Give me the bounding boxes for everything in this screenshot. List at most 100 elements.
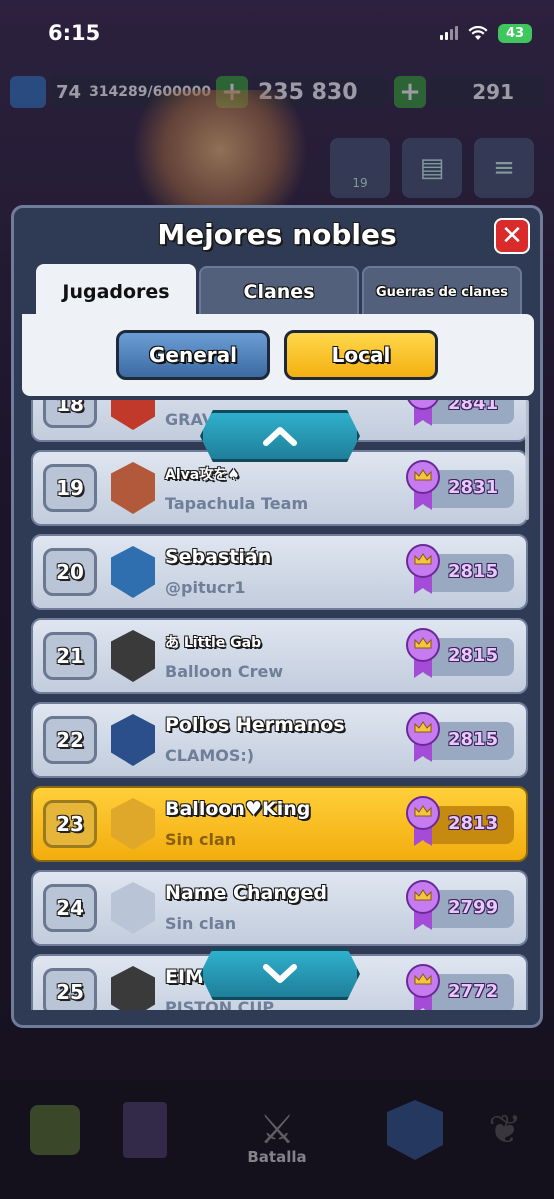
close-button[interactable]: ✕ (494, 218, 530, 254)
crown-medal-icon (406, 544, 440, 594)
rank-number: 18 (43, 400, 97, 428)
crossed-swords-icon: ⚔ (259, 1107, 295, 1153)
gems-value: 291 (472, 80, 514, 104)
nav-shop[interactable] (15, 1090, 95, 1170)
hero-character (110, 90, 330, 210)
trophy-count: 2831 (448, 477, 499, 498)
player-name: EIM (165, 966, 204, 988)
scrollbar[interactable] (525, 400, 529, 520)
leaderboard-panel: Mejores nobles ✕ Jugadores Clanes Guerra… (11, 205, 543, 1028)
leaderboard-row[interactable]: 22 Pollos Hermanos CLAMOS:) 2815 (31, 702, 528, 778)
crown-medal-icon (406, 460, 440, 510)
rank-number: 20 (43, 548, 97, 596)
trophy-count: 2799 (448, 897, 499, 918)
player-name: Pollos Hermanos (165, 714, 345, 736)
menu-button[interactable]: ≡ (474, 138, 534, 198)
crown-medal-icon (406, 712, 440, 762)
laurel-icon: ❦ (488, 1107, 522, 1153)
rank-number: 24 (43, 884, 97, 932)
clan-name: @pitucr1 (165, 578, 246, 597)
trophy-count: 2815 (448, 561, 499, 582)
battery-indicator: 43 (498, 23, 532, 43)
rank-number: 25 (43, 968, 97, 1010)
leaderboard-row[interactable]: 23 Balloon♥King Sin clan 2813 (31, 786, 528, 862)
rank-number: 22 (43, 716, 97, 764)
player-list[interactable]: 18 GRAV 2841 19 Alva攻を♠ Tapachula Team 2831 20 S… (31, 400, 528, 1010)
nav-events[interactable]: ❦ (465, 1090, 545, 1170)
filter-area: General Local (22, 314, 534, 396)
player-name: あ Little Gab (165, 635, 262, 651)
status-time: 6:15 (48, 21, 101, 45)
clan-badge-icon (111, 966, 155, 1010)
friends-count: 19 (352, 176, 368, 190)
leaderboard-row[interactable]: 20 Sebastián @pitucr1 2815 (31, 534, 528, 610)
rank-number: 23 (43, 800, 97, 848)
local-filter-button[interactable]: Local (284, 330, 438, 380)
tab-clans[interactable]: Clanes (199, 266, 359, 318)
clan-badge-icon (111, 798, 155, 850)
clan-badge-icon (111, 462, 155, 514)
crown-medal-icon (407, 400, 439, 426)
trophy-count: 2772 (448, 981, 499, 1002)
chevron-down-icon (263, 964, 297, 983)
player-name: Name Changed (165, 882, 327, 904)
trophy-box: 2772 (406, 964, 514, 1010)
general-filter-button[interactable]: General (116, 330, 270, 380)
player-name: Alva攻を♠ (165, 467, 240, 483)
scroll-up-button[interactable] (200, 410, 360, 462)
clan-name: Sin clan (165, 830, 237, 849)
nav-clan[interactable] (375, 1090, 455, 1170)
trophy-count: 2813 (448, 813, 499, 834)
news-button[interactable]: ▤ (402, 138, 462, 198)
status-icons: 43 (440, 23, 532, 43)
clan-badge-icon (111, 400, 155, 430)
clan-name: Balloon Crew (165, 662, 284, 681)
wifi-icon (468, 25, 488, 40)
status-bar: 6:15 43 (0, 0, 554, 66)
chest-icon (30, 1105, 80, 1155)
tab-clan-wars[interactable]: Guerras de clanes (362, 266, 522, 318)
rank-number: 21 (43, 632, 97, 680)
clan-badge-icon (111, 630, 155, 682)
nav-battle-label: Batalla (247, 1148, 307, 1166)
crown-medal-icon (406, 796, 440, 846)
friends-button[interactable]: 19 (330, 138, 390, 198)
clan-name: Sin clan (165, 914, 237, 933)
gems-counter: 291 (430, 76, 544, 108)
chevron-up-icon (263, 427, 297, 446)
signal-icon (440, 26, 458, 40)
profile-icon[interactable] (10, 76, 46, 108)
leaderboard-row[interactable]: 21 あ Little Gab Balloon Crew 2815 (31, 618, 528, 694)
player-name: Sebastián (165, 546, 272, 568)
clan-badge-icon (111, 546, 155, 598)
trophy-box: 2831 (406, 460, 514, 510)
trophy-box: 2813 (406, 796, 514, 846)
clan-name: Tapachula Team (165, 494, 309, 513)
clan-badge-icon (111, 882, 155, 934)
tab-players[interactable]: Jugadores (36, 264, 196, 320)
trophy-box: 2815 (406, 628, 514, 678)
crown-medal-icon (406, 628, 440, 678)
clan-badge-icon (111, 714, 155, 766)
bottom-nav: ⚔ ❦ (0, 1080, 554, 1199)
panel-title: Mejores nobles (157, 218, 397, 251)
crown-medal-icon (406, 964, 440, 1010)
trophy-box: 2815 (406, 712, 514, 762)
trophy-count: 2815 (448, 645, 499, 666)
clan-name: CLAMOS:) (165, 746, 255, 765)
trophy-count: 2841 (448, 400, 499, 414)
level-value: 74 (56, 81, 82, 103)
trophy-box: 2841 (407, 400, 514, 426)
nav-cards[interactable] (105, 1090, 185, 1170)
trophy-count: 2815 (448, 729, 499, 750)
leaderboard-row[interactable]: 24 Name Changed Sin clan 2799 (31, 870, 528, 946)
trophy-box: 2799 (406, 880, 514, 930)
clan-icon (387, 1100, 443, 1160)
trophy-box: 2815 (406, 544, 514, 594)
player-name: Balloon♥King (165, 798, 311, 820)
gems-plus-button[interactable]: + (394, 76, 426, 108)
scroll-down-button[interactable] (200, 948, 360, 1000)
crown-medal-icon (406, 880, 440, 930)
cards-icon (123, 1102, 167, 1158)
rank-number: 19 (43, 464, 97, 512)
